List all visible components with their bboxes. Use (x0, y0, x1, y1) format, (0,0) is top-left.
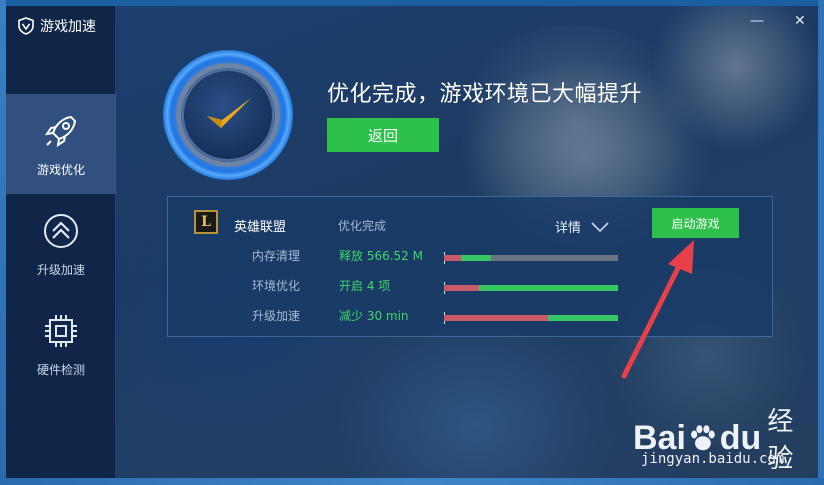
app-brand: 游戏加速 (6, 6, 115, 46)
progress-bar (444, 282, 618, 294)
row-label: 环境优化 (252, 279, 301, 293)
app-window: 游戏加速 游戏优化 升级加速 硬件检测 — ✕ 优化完成，游戏环境已大幅提升 返… (6, 6, 818, 478)
checkmark-icon (207, 98, 251, 128)
row-label: 内存清理 (252, 249, 301, 263)
chevron-down-icon (591, 221, 609, 232)
success-badge (163, 50, 293, 180)
paw-icon (690, 425, 715, 451)
progress-bar (444, 312, 618, 324)
bar-segment-red (444, 255, 461, 261)
bar-segment-red (444, 315, 548, 321)
details-label: 详情 (555, 221, 582, 236)
app-title: 游戏加速 (40, 19, 96, 35)
baidu-watermark: Bai du 经验 jingyan.baidu.com (633, 401, 813, 476)
close-button[interactable]: ✕ (794, 14, 806, 28)
game-name: 英雄联盟 (234, 220, 287, 235)
rocket-icon (44, 115, 77, 147)
minimize-button[interactable]: — (750, 14, 764, 28)
shield-icon (18, 17, 34, 35)
double-chevron-up-icon (44, 213, 78, 248)
desktop-edge-bottom (0, 478, 824, 485)
row-value: 开启 4 项 (339, 279, 391, 293)
bar-segment-green (479, 285, 618, 291)
chip-icon (45, 314, 77, 347)
sidebar: 游戏加速 游戏优化 升级加速 硬件检测 (6, 6, 116, 478)
annotation-arrow (621, 240, 694, 379)
details-toggle[interactable]: 详情 (555, 217, 609, 236)
watermark-url: jingyan.baidu.com (641, 451, 785, 467)
desktop-edge-right (818, 0, 824, 485)
page-title: 优化完成，游戏环境已大幅提升 (327, 82, 643, 107)
row-label: 升级加速 (252, 309, 301, 323)
launch-game-button[interactable]: 启动游戏 (652, 208, 739, 238)
sidebar-item-hardware-check[interactable]: 硬件检测 (6, 294, 116, 394)
bar-segment-green (548, 315, 618, 321)
sidebar-item-upgrade-boost[interactable]: 升级加速 (6, 194, 116, 294)
bar-segment-red (444, 285, 479, 291)
progress-bar (444, 252, 618, 264)
row-value: 减少 30 min (339, 309, 409, 323)
row-value: 释放 566.52 M (339, 249, 423, 263)
sidebar-item-game-optimize[interactable]: 游戏优化 (6, 94, 116, 194)
sidebar-item-label: 升级加速 (36, 262, 85, 277)
sidebar-item-label: 硬件检测 (36, 362, 85, 377)
sidebar-item-label: 游戏优化 (36, 162, 85, 177)
game-status: 优化完成 (338, 219, 387, 233)
bar-segment-green (461, 255, 491, 261)
game-logo: L (194, 210, 218, 234)
back-button[interactable]: 返回 (327, 118, 439, 152)
